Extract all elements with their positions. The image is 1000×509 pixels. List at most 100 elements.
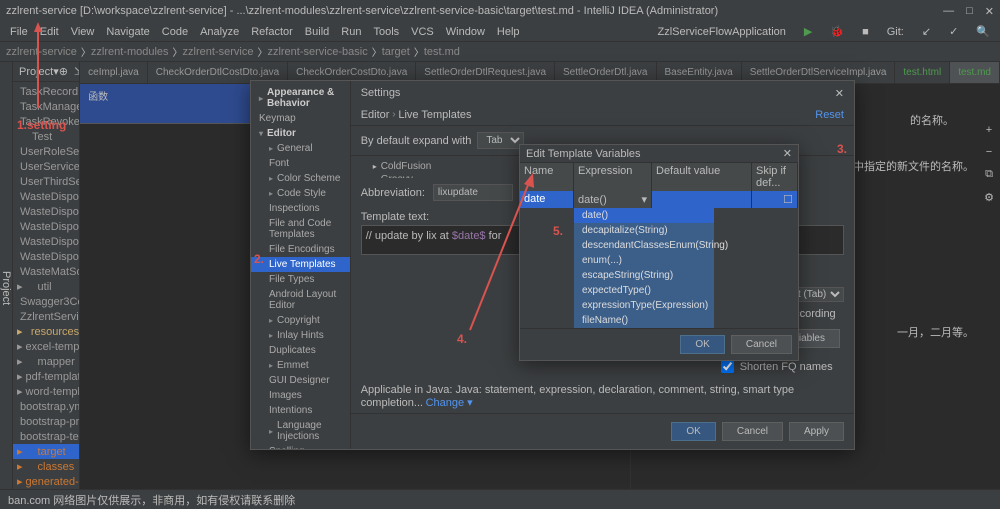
crumb[interactable]: target <box>382 46 410 58</box>
tree-node[interactable]: ▸ target <box>13 444 79 459</box>
tree-node[interactable]: UserRoleServiceImpl <box>13 144 79 159</box>
project-tree[interactable]: TaskRecordImplTaskManagementServiceImplT… <box>13 82 79 509</box>
menu-code[interactable]: Code <box>156 26 194 38</box>
menu-tools[interactable]: Tools <box>367 26 405 38</box>
settings-item[interactable]: ▸Copyright <box>251 313 350 328</box>
menu-help[interactable]: Help <box>491 26 526 38</box>
dropdown-item[interactable]: descendantClassesEnum(String) <box>574 238 714 253</box>
cancel-button[interactable]: Cancel <box>722 422 783 441</box>
close-icon[interactable]: ✕ <box>835 87 844 100</box>
tree-node[interactable]: bootstrap.yml <box>13 399 79 414</box>
menu-vcs[interactable]: VCS <box>405 26 440 38</box>
add-icon[interactable]: + <box>986 124 992 136</box>
run-icon[interactable]: ▶ <box>798 25 818 38</box>
editor-tab[interactable]: test.md <box>950 62 1000 84</box>
settings-item[interactable]: ▸Appearance & Behavior <box>251 85 350 111</box>
expand-select[interactable]: Tab <box>477 132 524 149</box>
maximize-icon[interactable]: □ <box>966 5 973 18</box>
tree-node[interactable]: UserThirdServiceImpl <box>13 174 79 189</box>
close-icon[interactable]: ✕ <box>783 147 792 160</box>
tree-node[interactable]: WasteDisposePlanDtlServiceImpl <box>13 234 79 249</box>
settings-item[interactable]: Intentions <box>251 403 350 418</box>
bc-editor[interactable]: Editor <box>361 109 390 121</box>
tree-node[interactable]: WasteMatSortServiceImpl <box>13 264 79 279</box>
dropdown-item[interactable]: date() <box>574 208 714 223</box>
settings-item[interactable]: Images <box>251 388 350 403</box>
settings-item[interactable]: Keymap <box>251 111 350 126</box>
crumb[interactable]: zzlrent-service <box>183 46 254 58</box>
debug-icon[interactable]: 🐞 <box>824 25 850 38</box>
editor-tab[interactable]: test.html <box>895 62 950 84</box>
project-tool-button[interactable]: Project <box>0 271 12 305</box>
settings-item[interactable]: ▸General <box>251 141 350 156</box>
run-config-selector[interactable]: ZzlServiceFlowApplication <box>652 26 792 38</box>
settings-icon[interactable]: ⚙ <box>984 191 994 204</box>
editor-tab[interactable]: ceImpl.java <box>80 62 148 84</box>
tree-node[interactable]: WasteDisposePlanMasterServiceImpl <box>13 249 79 264</box>
dropdown-item[interactable]: decapitalize(String) <box>574 223 714 238</box>
settings-item[interactable]: File Types <box>251 272 350 287</box>
popup-ok-button[interactable]: OK <box>680 335 724 354</box>
change-link[interactable]: Change ▾ <box>426 397 473 409</box>
settings-item[interactable]: ▸Code Style <box>251 186 350 201</box>
settings-item[interactable]: ▸Color Scheme <box>251 171 350 186</box>
crumb[interactable]: zzlrent-service-basic <box>267 46 367 58</box>
opt-shorten-check[interactable] <box>721 360 734 373</box>
tree-node[interactable]: ▸ pdf-templates <box>13 369 79 384</box>
close-icon[interactable]: ✕ <box>985 5 994 18</box>
ok-button[interactable]: OK <box>671 422 715 441</box>
minimize-icon[interactable]: — <box>943 5 954 18</box>
crumb[interactable]: test.md <box>424 46 460 58</box>
settings-item[interactable]: File and Code Templates <box>251 216 350 242</box>
expression-dropdown[interactable]: date()decapitalize(String)descendantClas… <box>574 208 714 328</box>
settings-item[interactable]: Android Layout Editor <box>251 287 350 313</box>
dropdown-item[interactable]: expectedType() <box>574 283 714 298</box>
bc-live-templates[interactable]: Live Templates <box>398 109 471 121</box>
settings-item[interactable]: GUI Designer <box>251 373 350 388</box>
dropdown-item[interactable]: escapeString(String) <box>574 268 714 283</box>
menu-navigate[interactable]: Navigate <box>100 26 155 38</box>
settings-item[interactable]: ▸Language Injections <box>251 418 350 444</box>
settings-item[interactable]: ▸Inlay Hints <box>251 328 350 343</box>
tree-node[interactable]: WasteDisposeDtlAttachServiceImpl <box>13 189 79 204</box>
locate-icon[interactable]: ⊕ <box>59 65 68 78</box>
settings-tree[interactable]: ▸Appearance & BehaviorKeymap▾Editor▸Gene… <box>251 81 351 449</box>
menu-edit[interactable]: Edit <box>34 26 65 38</box>
menu-analyze[interactable]: Analyze <box>194 26 245 38</box>
tree-node[interactable]: UserServiceImpl <box>13 159 79 174</box>
crumb[interactable]: zzlrent-modules <box>91 46 169 58</box>
tree-node[interactable]: ▸ word-templates <box>13 384 79 399</box>
settings-item[interactable]: ▾Editor <box>251 126 350 141</box>
copy-icon[interactable]: ⧉ <box>985 168 993 181</box>
settings-item[interactable]: Duplicates <box>251 343 350 358</box>
menu-run[interactable]: Run <box>335 26 367 38</box>
git-commit-icon[interactable]: ✓ <box>943 25 964 38</box>
settings-item[interactable]: File Encodings <box>251 242 350 257</box>
tree-node[interactable]: TaskRecordImpl <box>13 84 79 99</box>
project-dropdown[interactable]: Project <box>19 66 53 78</box>
menu-build[interactable]: Build <box>299 26 335 38</box>
settings-item[interactable]: Spelling <box>251 444 350 449</box>
menu-file[interactable]: File <box>4 26 34 38</box>
tree-node[interactable]: WasteDisposeDtlServiceImpl <box>13 204 79 219</box>
crumb[interactable]: zzlrent-service <box>6 46 77 58</box>
popup-cancel-button[interactable]: Cancel <box>731 335 792 354</box>
settings-item[interactable]: Font <box>251 156 350 171</box>
tree-node[interactable]: ▸ generated-sources <box>13 474 79 489</box>
tree-node[interactable]: ▸ excel-templates <box>13 339 79 354</box>
tree-node[interactable]: ▸ util <box>13 279 79 294</box>
menu-refactor[interactable]: Refactor <box>245 26 299 38</box>
stop-icon[interactable]: ■ <box>856 26 875 38</box>
menu-window[interactable]: Window <box>440 26 491 38</box>
remove-icon[interactable]: − <box>986 146 992 158</box>
tree-node[interactable]: bootstrap-test.yml <box>13 429 79 444</box>
tree-node[interactable]: Swagger3Config <box>13 294 79 309</box>
dropdown-item[interactable]: enum(...) <box>574 253 714 268</box>
settings-item[interactable]: ▸Emmet <box>251 358 350 373</box>
tree-node[interactable]: ZzlrentServiceBasicApplication <box>13 309 79 324</box>
settings-item[interactable]: Live Templates <box>251 257 350 272</box>
tree-node[interactable]: WasteDisposeMasterServiceImpl <box>13 219 79 234</box>
tree-node[interactable]: Test <box>13 129 79 144</box>
dropdown-item[interactable]: fileName() <box>574 313 714 328</box>
tree-node[interactable]: ▸ mapper <box>13 354 79 369</box>
